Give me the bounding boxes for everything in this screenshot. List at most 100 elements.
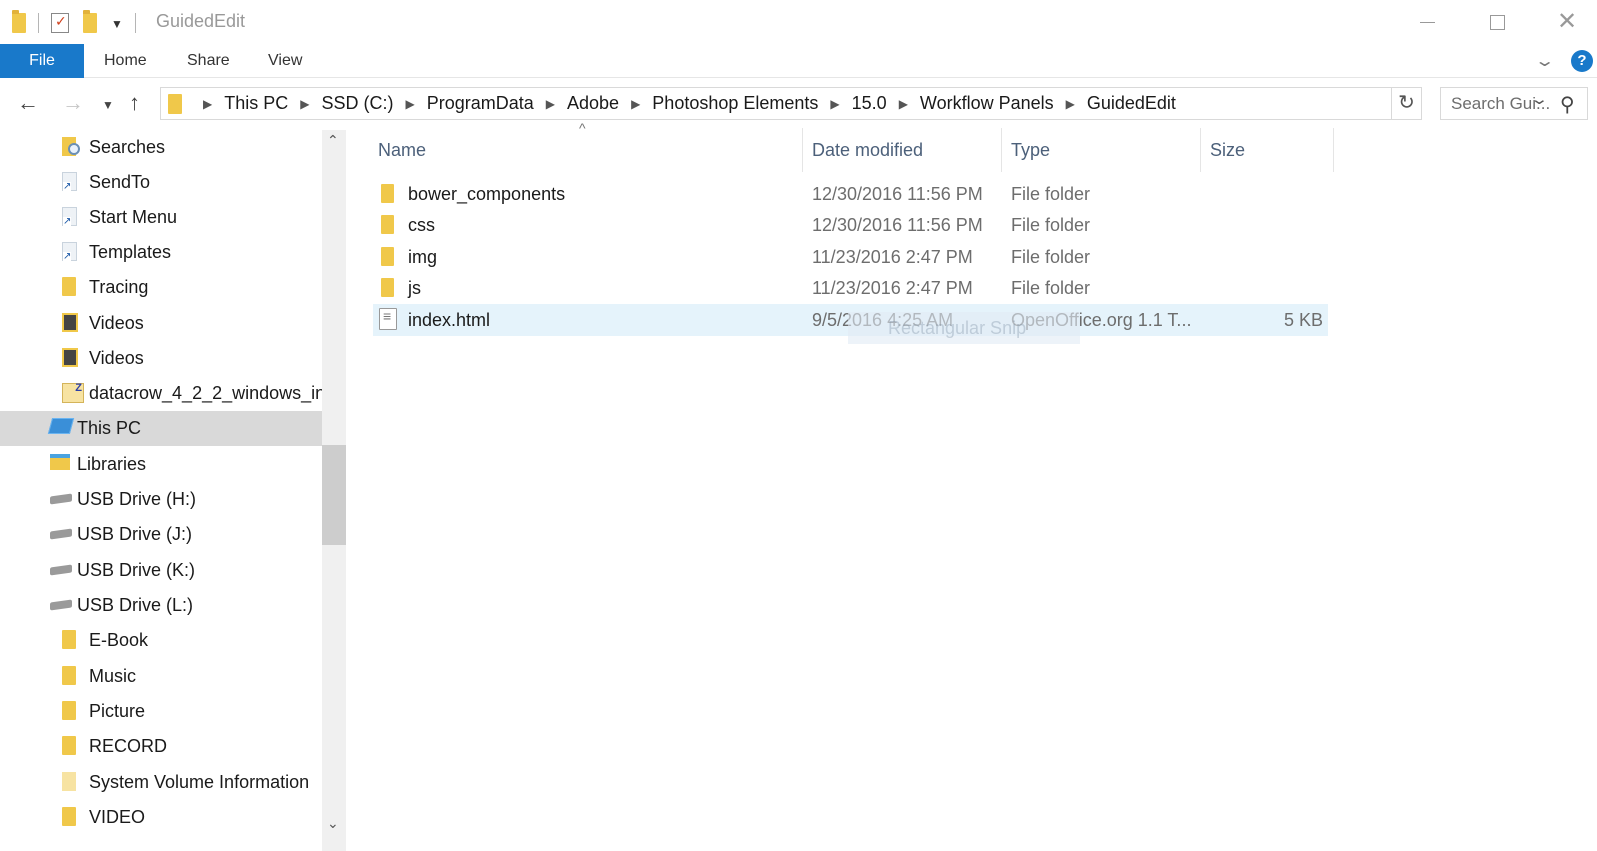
- refresh-icon[interactable]: ↻: [1392, 87, 1422, 120]
- column-divider[interactable]: [802, 128, 803, 172]
- sidebar-item-label: This PC: [77, 418, 142, 438]
- sidebar-item-system-volume-information[interactable]: System Volume Information: [0, 765, 328, 800]
- breadcrumb-this-pc[interactable]: This PC: [224, 93, 288, 114]
- scrollbar-thumb[interactable]: [322, 445, 346, 545]
- sidebar-item-sendto[interactable]: SendTo: [0, 165, 328, 200]
- close-button[interactable]: ✕: [1532, 0, 1597, 44]
- sidebar-item-label: E-Book: [89, 630, 149, 650]
- file-name: index.html: [408, 310, 491, 330]
- sort-ascending-caret-icon: ^: [579, 120, 586, 136]
- column-header-size[interactable]: Size: [1210, 128, 1245, 172]
- sidebar-item-usb-h[interactable]: USB Drive (H:): [0, 482, 328, 517]
- folder-icon: [381, 247, 394, 266]
- tab-view[interactable]: View: [268, 44, 302, 78]
- search-input[interactable]: Search Gui... ⚲: [1440, 87, 1588, 120]
- sidebar-item-libraries[interactable]: Libraries: [0, 447, 328, 482]
- column-divider[interactable]: [1001, 128, 1002, 172]
- sidebar-item-music[interactable]: Music: [0, 659, 328, 694]
- column-divider[interactable]: [1200, 128, 1201, 172]
- breadcrumb-15[interactable]: 15.0: [852, 93, 887, 114]
- sidebar-item-usb-l[interactable]: USB Drive (L:): [0, 588, 328, 623]
- file-row[interactable]: img 11/23/2016 2:47 PM File folder: [373, 241, 1328, 273]
- usb-drive-icon: [50, 493, 72, 505]
- title-bar: ▼ GuidedEdit ✕: [0, 0, 1597, 44]
- folder-icon: [62, 772, 76, 791]
- new-folder-icon[interactable]: [83, 10, 97, 33]
- sidebar-item-usb-k[interactable]: USB Drive (K:): [0, 553, 328, 588]
- sidebar-item-videos[interactable]: Videos: [0, 306, 328, 341]
- file-name: css: [408, 215, 435, 235]
- sidebar-item-picture[interactable]: Picture: [0, 694, 328, 729]
- sidebar-item-label: USB Drive (L:): [77, 595, 194, 615]
- column-header-name[interactable]: Name: [378, 128, 426, 172]
- scroll-up-chevron-icon[interactable]: ⌃: [327, 132, 339, 149]
- recent-locations-chevron-icon[interactable]: ▼: [102, 98, 114, 112]
- file-type: File folder: [1011, 215, 1091, 235]
- file-row[interactable]: js 11/23/2016 2:47 PM File folder: [373, 272, 1328, 304]
- video-folder-icon: [62, 313, 78, 332]
- breadcrumb-adobe[interactable]: Adobe: [567, 93, 619, 114]
- folder-icon: [381, 215, 394, 234]
- column-divider[interactable]: [1333, 128, 1334, 172]
- tab-file[interactable]: File: [0, 44, 84, 78]
- chevron-right-icon[interactable]: ▶: [899, 97, 908, 111]
- sidebar-scrollbar[interactable]: ⌃ ⌄: [322, 130, 346, 851]
- expand-ribbon-chevron-icon[interactable]: ⌄: [1534, 51, 1555, 71]
- properties-icon[interactable]: [51, 13, 69, 33]
- breadcrumb-ssd[interactable]: SSD (C:): [321, 93, 393, 114]
- navigation-pane: Searches SendTo Start Menu Templates Tra…: [0, 130, 328, 851]
- breadcrumb-photoshop-elements[interactable]: Photoshop Elements: [652, 93, 818, 114]
- sidebar-item-templates[interactable]: Templates: [0, 235, 328, 270]
- folder-icon: [381, 278, 394, 297]
- column-header-type[interactable]: Type: [1011, 128, 1050, 172]
- sidebar-item-label: Picture: [89, 701, 146, 721]
- sidebar-item-start-menu[interactable]: Start Menu: [0, 200, 328, 235]
- help-icon[interactable]: ?: [1571, 50, 1593, 72]
- usb-drive-icon: [50, 528, 72, 540]
- sidebar-item-this-pc[interactable]: This PC: [0, 411, 328, 446]
- customize-toolbar-chevron-icon[interactable]: ▼: [111, 17, 123, 31]
- breadcrumb-guidededit[interactable]: GuidedEdit: [1087, 93, 1176, 114]
- computer-icon: [47, 418, 75, 434]
- breadcrumb-programdata[interactable]: ProgramData: [427, 93, 534, 114]
- close-icon: ✕: [1556, 8, 1578, 35]
- back-arrow-icon[interactable]: ←: [17, 90, 39, 116]
- sidebar-item-video[interactable]: VIDEO: [0, 800, 328, 835]
- chevron-right-icon[interactable]: ▶: [830, 97, 839, 111]
- file-date: 11/23/2016 2:47 PM: [812, 247, 973, 267]
- sidebar-item-datacrow-installer[interactable]: datacrow_4_2_2_windows_installer: [0, 376, 328, 411]
- tab-home[interactable]: Home: [104, 44, 147, 78]
- search-icon[interactable]: ⚲: [1560, 92, 1575, 117]
- sidebar-item-searches[interactable]: Searches: [0, 130, 328, 165]
- sidebar-item-e-book[interactable]: E-Book: [0, 623, 328, 658]
- window-title: GuidedEdit: [156, 11, 246, 31]
- chevron-right-icon[interactable]: ▶: [405, 97, 414, 111]
- quick-access-toolbar: ▼: [12, 10, 148, 36]
- file-row[interactable]: bower_components 12/30/2016 11:56 PM Fil…: [373, 178, 1328, 210]
- chevron-right-icon[interactable]: ▶: [203, 97, 212, 111]
- forward-arrow-icon[interactable]: →: [62, 90, 84, 116]
- breadcrumb-workflow-panels[interactable]: Workflow Panels: [920, 93, 1054, 114]
- scroll-down-chevron-icon[interactable]: ⌄: [327, 815, 339, 832]
- search-placeholder: Search Gui...: [1451, 94, 1551, 113]
- sidebar-item-record[interactable]: RECORD: [0, 729, 328, 764]
- tab-share[interactable]: Share: [187, 44, 230, 78]
- file-type: File folder: [1011, 184, 1091, 204]
- sidebar-item-usb-j[interactable]: USB Drive (J:): [0, 517, 328, 552]
- sidebar-item-videos[interactable]: Videos: [0, 341, 328, 376]
- column-header-date-modified[interactable]: Date modified: [812, 128, 923, 172]
- file-row[interactable]: css 12/30/2016 11:56 PM File folder: [373, 209, 1328, 241]
- chevron-right-icon[interactable]: ▶: [300, 97, 309, 111]
- up-arrow-icon[interactable]: ↑: [129, 90, 140, 116]
- chevron-right-icon[interactable]: ▶: [546, 97, 555, 111]
- chevron-right-icon[interactable]: ▶: [1066, 97, 1075, 111]
- toolbar-separator: [38, 13, 39, 33]
- folder-icon: [62, 807, 76, 826]
- chevron-right-icon[interactable]: ▶: [631, 97, 640, 111]
- maximize-button[interactable]: [1462, 0, 1532, 44]
- sidebar-item-tracing[interactable]: Tracing: [0, 270, 328, 305]
- search-folder-icon: [62, 137, 80, 156]
- address-bar[interactable]: ▶ This PC ▶ SSD (C:) ▶ ProgramData ▶ Ado…: [160, 87, 1549, 120]
- minimize-button[interactable]: [1392, 0, 1462, 44]
- file-type: File folder: [1011, 247, 1091, 267]
